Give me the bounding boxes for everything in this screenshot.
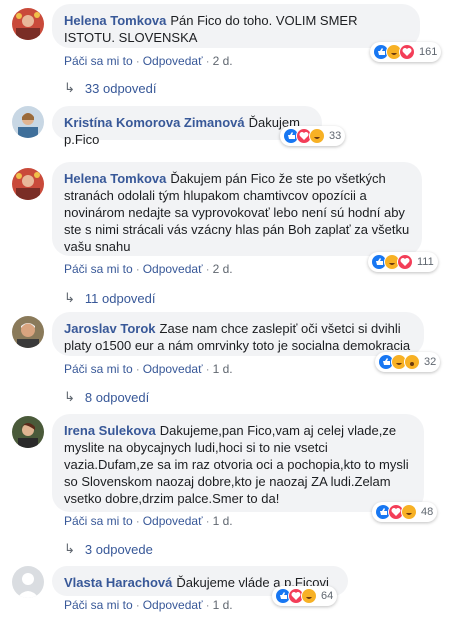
reaction-count: 33 [329, 130, 342, 142]
reaction-summary[interactable]: 111 [368, 252, 438, 272]
haha-reaction-icon [309, 128, 325, 144]
reaction-summary[interactable]: 33 [280, 126, 346, 146]
reaction-summary[interactable]: 161 [370, 42, 442, 62]
comment-bubble: Helena Tomkova Ďakujem pán Fico že ste po… [52, 162, 422, 256]
view-replies-link[interactable]: ↳ 11 odpovedí [64, 290, 156, 306]
replies-count[interactable]: 11 odpovedí [85, 291, 156, 306]
avatar[interactable] [12, 316, 44, 348]
timestamp[interactable]: 1 d. [213, 514, 233, 528]
avatar[interactable] [12, 8, 44, 40]
comment-bubble: Jaroslav Torok Zase nam chce zaslepiť oči… [52, 312, 424, 356]
wow-reaction-icon [404, 354, 420, 370]
reply-arrow-icon: ↳ [64, 389, 75, 404]
timestamp[interactable]: 2 d. [213, 54, 233, 68]
reaction-count: 161 [419, 46, 438, 58]
reply-link[interactable]: Odpovedať [143, 262, 203, 276]
replies-count[interactable]: 3 odpovede [85, 542, 153, 557]
like-link[interactable]: Páči sa mi to [64, 514, 133, 528]
haha-reaction-icon [401, 504, 417, 520]
view-replies-link[interactable]: ↳ 33 odpovedí [64, 80, 156, 96]
comment-bubble: Irena Sulekova Dakujeme,pan Fico,vam aj c… [52, 414, 424, 512]
reply-link[interactable]: Odpovedať [143, 514, 203, 528]
comment-actions: Páči sa mi to · Odpovedať · 1 d. [64, 598, 233, 612]
replies-count[interactable]: 33 odpovedí [85, 81, 157, 96]
replies-count[interactable]: 8 odpovedí [85, 390, 149, 405]
comment-author[interactable]: Helena Tomkova [64, 171, 166, 186]
reply-arrow-icon: ↳ [64, 541, 75, 556]
comment-author[interactable]: Helena Tomkova [64, 13, 166, 28]
reaction-summary[interactable]: 32 [375, 352, 441, 372]
comment-author[interactable]: Vlasta Harachová [64, 575, 172, 590]
avatar[interactable] [12, 416, 44, 448]
love-reaction-icon [397, 254, 413, 270]
view-replies-link[interactable]: ↳ 8 odpovedí [64, 389, 149, 405]
comment-actions: Páči sa mi to · Odpovedať · 1 d. [64, 514, 233, 528]
like-link[interactable]: Páči sa mi to [64, 54, 133, 68]
reaction-summary[interactable]: 64 [272, 586, 338, 606]
timestamp[interactable]: 1 d. [213, 362, 233, 376]
like-link[interactable]: Páči sa mi to [64, 362, 133, 376]
reaction-count: 111 [417, 256, 434, 268]
reaction-count: 48 [421, 506, 434, 518]
like-link[interactable]: Páči sa mi to [64, 262, 133, 276]
comment-author[interactable]: Irena Sulekova [64, 423, 156, 438]
timestamp[interactable]: 2 d. [213, 262, 233, 276]
timestamp[interactable]: 1 d. [213, 598, 233, 612]
comment-author[interactable]: Jaroslav Torok [64, 321, 156, 336]
comment-bubble: Helena Tomkova Pán Fico do toho. VOLIM SM… [52, 4, 420, 48]
comment-actions: Páči sa mi to · Odpovedať · 2 d. [64, 262, 233, 276]
reply-link[interactable]: Odpovedať [143, 598, 203, 612]
love-reaction-icon [399, 44, 415, 60]
haha-reaction-icon [301, 588, 317, 604]
reply-arrow-icon: ↳ [64, 80, 75, 95]
comment-actions: Páči sa mi to · Odpovedať · 1 d. [64, 362, 233, 376]
view-replies-link[interactable]: ↳ 3 odpovede [64, 541, 153, 557]
comment-actions: Páči sa mi to · Odpovedať · 2 d. [64, 54, 233, 68]
reaction-summary[interactable]: 48 [372, 502, 438, 522]
reaction-count: 32 [424, 356, 437, 368]
avatar[interactable] [12, 106, 44, 138]
reply-arrow-icon: ↳ [64, 290, 75, 305]
comment-author[interactable]: Kristína Komorova Zimanová [64, 115, 245, 130]
avatar[interactable] [12, 168, 44, 200]
reply-link[interactable]: Odpovedať [143, 362, 203, 376]
avatar[interactable] [12, 566, 44, 598]
reaction-count: 64 [321, 590, 334, 602]
reply-link[interactable]: Odpovedať [143, 54, 203, 68]
like-link[interactable]: Páči sa mi to [64, 598, 133, 612]
